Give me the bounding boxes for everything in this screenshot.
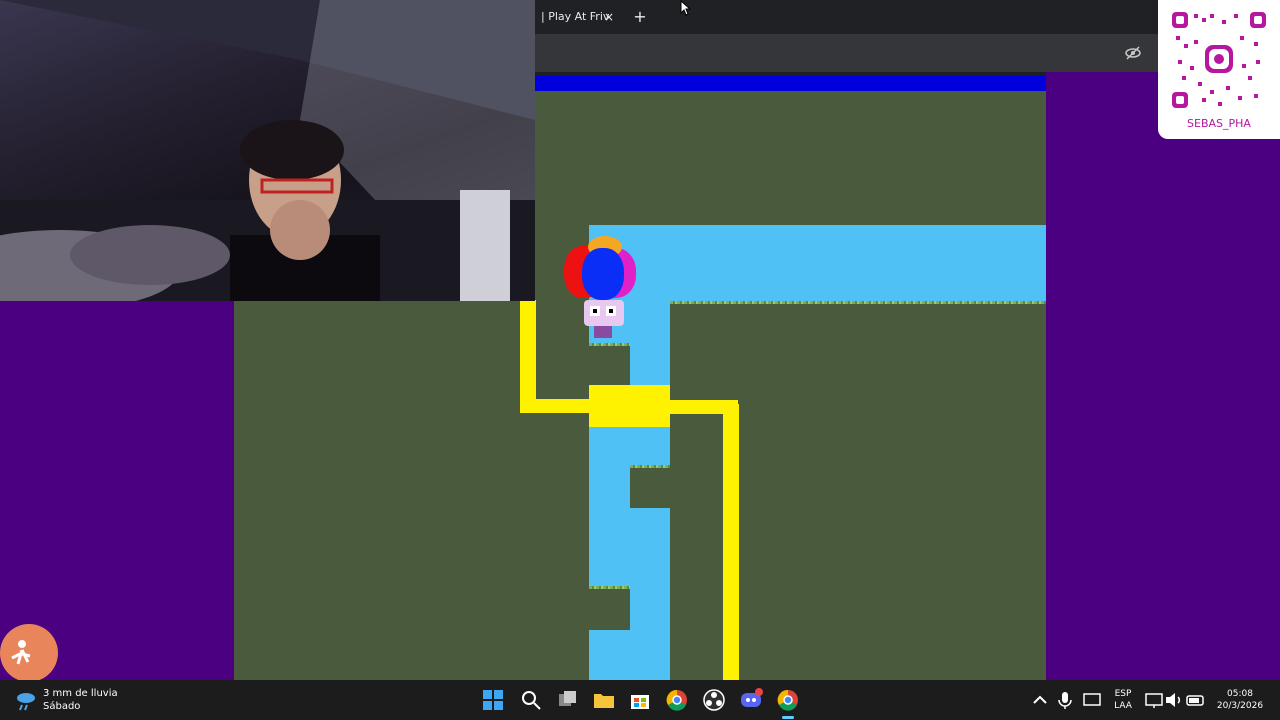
battery-icon[interactable] bbox=[1184, 688, 1208, 712]
language-indicator[interactable]: ESP LAA bbox=[1108, 688, 1138, 712]
weather-line1: 3 mm de lluvia bbox=[43, 688, 118, 699]
task-view-icon[interactable] bbox=[556, 688, 580, 712]
webcam-feed bbox=[0, 0, 535, 301]
language-line1: ESP bbox=[1114, 689, 1132, 699]
ground-block-2 bbox=[589, 588, 630, 630]
tab-title: | Play At Friv bbox=[541, 10, 610, 23]
chevron-up-icon[interactable] bbox=[1028, 688, 1052, 712]
ground-ledge bbox=[589, 345, 630, 385]
mouse-cursor-icon bbox=[680, 0, 692, 20]
language-line2: LAA bbox=[1114, 701, 1132, 711]
grass-strip bbox=[630, 465, 670, 468]
clock-date: 20/3/2026 bbox=[1216, 701, 1264, 711]
pipe-center-block bbox=[589, 385, 670, 427]
game-top-bar bbox=[535, 74, 1046, 91]
weather-line2: Sábado bbox=[43, 701, 81, 712]
obs-icon[interactable] bbox=[702, 688, 726, 712]
toolbar-divider bbox=[535, 72, 1046, 76]
eye-slash-icon[interactable] bbox=[1124, 44, 1142, 62]
qr-code-card: SEBAS_PHA bbox=[1158, 0, 1280, 139]
grass-strip bbox=[670, 301, 1046, 304]
chrome-icon[interactable] bbox=[776, 688, 800, 712]
clock[interactable]: 05:08 20/3/2026 bbox=[1210, 688, 1270, 712]
search-icon[interactable] bbox=[519, 688, 543, 712]
character-body bbox=[584, 300, 624, 326]
clock-time: 05:08 bbox=[1227, 689, 1253, 699]
browser-tab[interactable]: | Play At Friv × bbox=[535, 4, 625, 30]
pipe-right-vertical bbox=[723, 404, 739, 680]
file-explorer-icon[interactable] bbox=[592, 688, 616, 712]
grass-strip bbox=[589, 586, 630, 589]
qr-username-label: SEBAS_PHA bbox=[1187, 117, 1251, 130]
discord-icon[interactable] bbox=[739, 688, 763, 712]
qr-code-icon bbox=[1170, 10, 1268, 110]
player-character bbox=[562, 234, 638, 344]
screen-icon[interactable] bbox=[1080, 688, 1104, 712]
volume-icon[interactable] bbox=[1162, 688, 1186, 712]
active-app-indicator bbox=[782, 716, 794, 719]
tab-close-button[interactable]: × bbox=[604, 4, 614, 30]
balloon-blue bbox=[582, 248, 624, 300]
taskbar: 3 mm de lluvia Sábado ESP LAA 05:08 20/3… bbox=[0, 680, 1280, 720]
microphone-icon[interactable] bbox=[1053, 688, 1077, 712]
webcam-overlay bbox=[0, 0, 535, 301]
pipe-left-vertical bbox=[520, 300, 536, 413]
rain-cloud-icon[interactable] bbox=[14, 688, 38, 712]
pipe-left-horizontal bbox=[520, 399, 600, 413]
walking-person-icon bbox=[0, 624, 58, 682]
new-tab-button[interactable]: + bbox=[630, 4, 650, 30]
chrome-icon[interactable] bbox=[665, 688, 689, 712]
windows-start-icon[interactable] bbox=[481, 688, 505, 712]
store-icon[interactable] bbox=[628, 688, 652, 712]
ground-block-1 bbox=[630, 467, 670, 508]
character-legs bbox=[594, 326, 612, 338]
weather-widget[interactable]: 3 mm de lluvia Sábado bbox=[43, 687, 118, 713]
